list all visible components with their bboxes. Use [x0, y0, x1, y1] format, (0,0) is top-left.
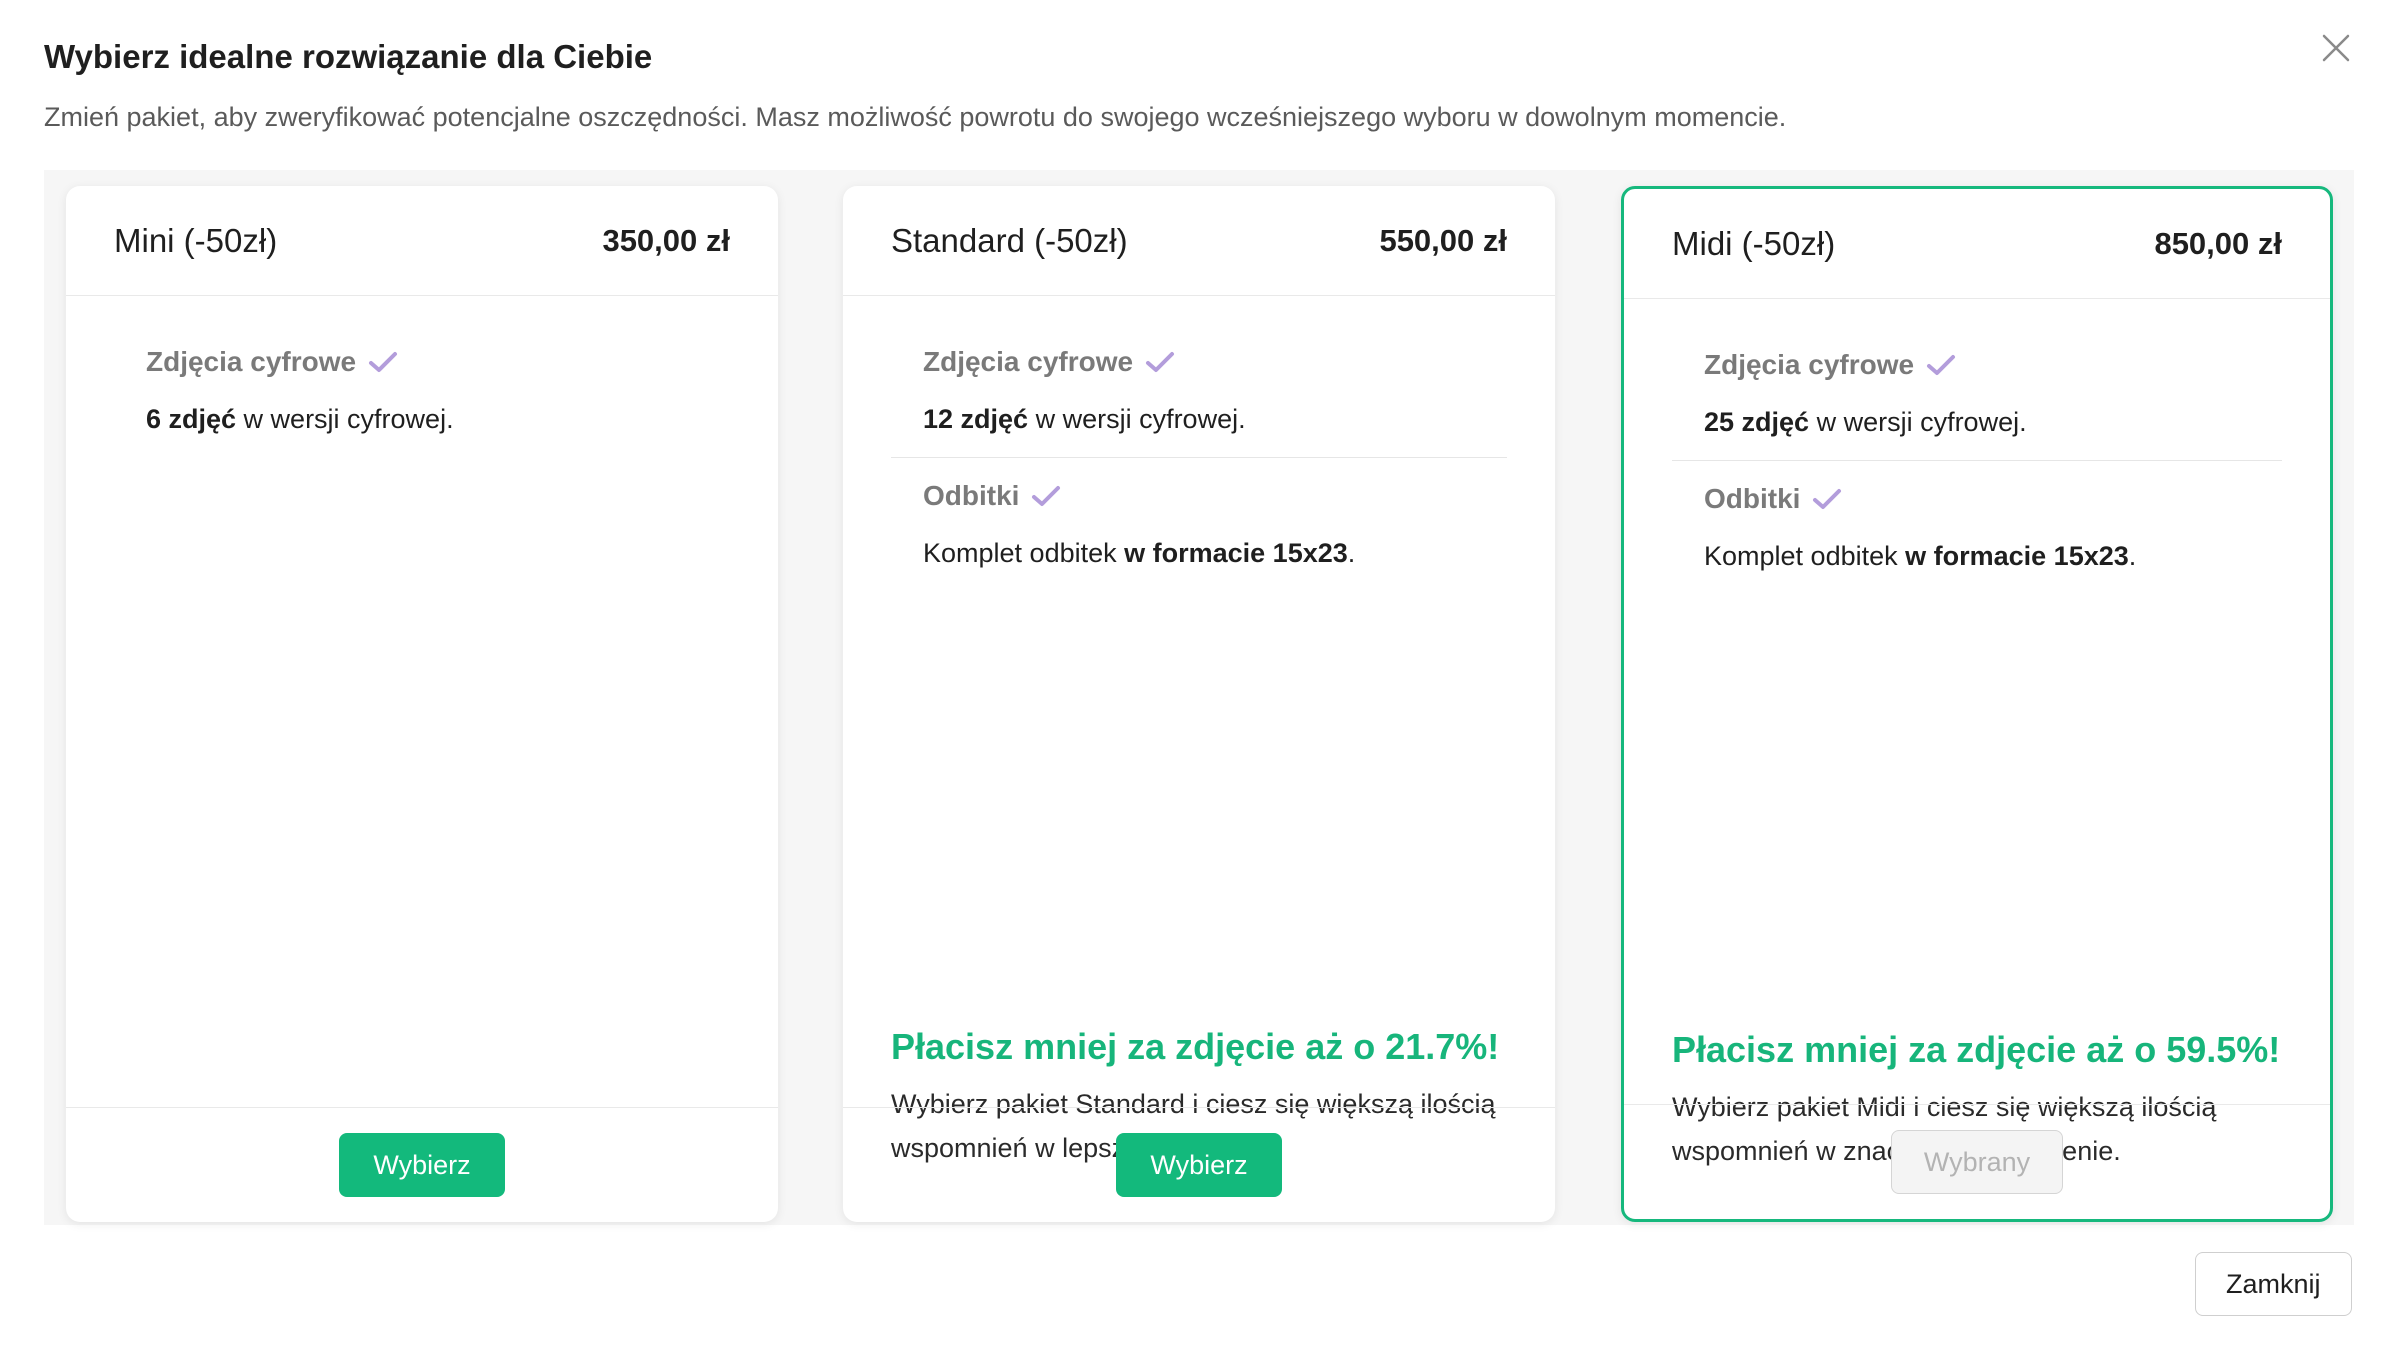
- card-body: Zdjęcia cyfrowe 25 zdjęć w wersji cyfrow…: [1624, 299, 2330, 1166]
- feature-title: Zdjęcia cyfrowe: [1704, 349, 1915, 380]
- selected-midi-button: Wybrany: [1890, 1130, 2064, 1194]
- photo-count: 12 zdjęć: [923, 404, 1029, 434]
- card-footer: Wybierz: [843, 1107, 1555, 1222]
- feature-description: Komplet odbitek w formacie 15x23.: [923, 538, 1356, 568]
- promo-title: Płacisz mniej za zdjęcie aż o 59.5%!: [1672, 1029, 2281, 1070]
- package-selection-modal: Wybierz idealne rozwiązanie dla Ciebie Z…: [0, 0, 2385, 1347]
- feature-digital: Zdjęcia cyfrowe 25 zdjęć w wersji cyfrow…: [1672, 299, 2282, 460]
- modal-title: Wybierz idealne rozwiązanie dla Ciebie: [44, 38, 653, 75]
- feature-title: Zdjęcia cyfrowe: [146, 346, 357, 377]
- feature-title: Odbitki: [1704, 483, 1801, 514]
- feature-title: Odbitki: [923, 480, 1020, 511]
- package-price: 850,00 zł: [2154, 225, 2282, 261]
- package-price: 550,00 zł: [1379, 222, 1507, 258]
- check-icon: [1032, 486, 1061, 506]
- check-icon: [1927, 355, 1956, 375]
- check-icon: [1146, 352, 1175, 372]
- photo-count: 6 zdjęć: [146, 404, 237, 434]
- package-card-midi: Midi (-50zł) 850,00 zł Zdjęcia cyfrowe 2…: [1621, 186, 2333, 1222]
- feature-description: 6 zdjęć w wersji cyfrowej.: [146, 404, 454, 434]
- select-standard-button[interactable]: Wybierz: [1116, 1133, 1282, 1197]
- card-header: Standard (-50zł) 550,00 zł: [843, 186, 1555, 296]
- close-button[interactable]: Zamknij: [2195, 1252, 2352, 1316]
- feature-prints: Odbitki Komplet odbitek w formacie 15x23…: [891, 457, 1507, 591]
- card-header: Mini (-50zł) 350,00 zł: [66, 186, 778, 296]
- card-body: Zdjęcia cyfrowe 6 zdjęć w wersji cyfrowe…: [66, 296, 778, 1101]
- card-footer: Wybierz: [66, 1107, 778, 1222]
- feature-description: 25 zdjęć w wersji cyfrowej.: [1704, 407, 2027, 437]
- close-icon[interactable]: [2318, 30, 2354, 66]
- check-icon: [369, 352, 398, 372]
- feature-description: 12 zdjęć w wersji cyfrowej.: [923, 404, 1246, 434]
- select-mini-button[interactable]: Wybierz: [339, 1133, 505, 1197]
- check-icon: [1813, 489, 1842, 509]
- package-price: 350,00 zł: [602, 222, 730, 258]
- feature-digital: Zdjęcia cyfrowe 6 zdjęć w wersji cyfrowe…: [114, 296, 730, 457]
- package-card-mini: Mini (-50zł) 350,00 zł Zdjęcia cyfrowe 6…: [66, 186, 778, 1222]
- card-header: Midi (-50zł) 850,00 zł: [1624, 189, 2330, 299]
- feature-prints: Odbitki Komplet odbitek w formacie 15x23…: [1672, 460, 2282, 594]
- modal-subtitle: Zmień pakiet, aby zweryfikować potencjal…: [44, 102, 1787, 132]
- package-name: Standard (-50zł): [891, 221, 1128, 259]
- card-body: Zdjęcia cyfrowe 12 zdjęć w wersji cyfrow…: [843, 296, 1555, 1163]
- package-name: Mini (-50zł): [114, 221, 278, 259]
- photo-count: 25 zdjęć: [1704, 407, 1810, 437]
- feature-title: Zdjęcia cyfrowe: [923, 346, 1134, 377]
- card-footer: Wybrany: [1624, 1104, 2330, 1219]
- package-name: Midi (-50zł): [1672, 224, 1836, 262]
- promo-title: Płacisz mniej za zdjęcie aż o 21.7%!: [891, 1026, 1500, 1067]
- package-card-standard: Standard (-50zł) 550,00 zł Zdjęcia cyfro…: [843, 186, 1555, 1222]
- feature-description: Komplet odbitek w formacie 15x23.: [1704, 541, 2137, 571]
- feature-digital: Zdjęcia cyfrowe 12 zdjęć w wersji cyfrow…: [891, 296, 1507, 457]
